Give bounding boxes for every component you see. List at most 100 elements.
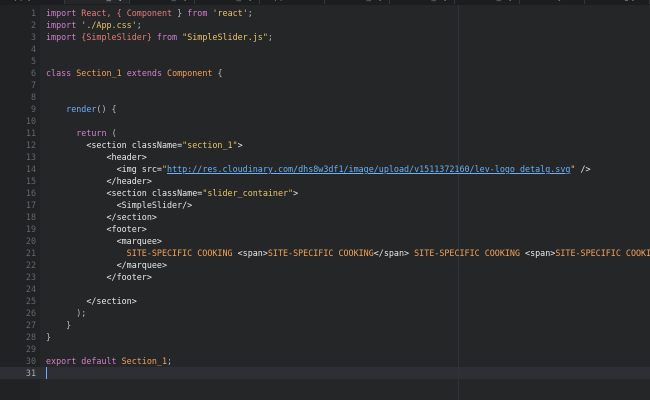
code-token: import bbox=[46, 20, 82, 30]
code-token: import bbox=[46, 32, 82, 42]
code-token: ; bbox=[167, 356, 173, 366]
tab-5[interactable]: Section_4.js bbox=[325, 0, 390, 4]
line-number: 28 bbox=[25, 332, 36, 342]
line-number: 6 bbox=[30, 68, 36, 78]
code-line[interactable]: class Section_1 extends Component { bbox=[46, 67, 223, 79]
code-token: './App.css' bbox=[81, 20, 137, 30]
line-number: 3 bbox=[30, 32, 36, 42]
line-number: 15 bbox=[25, 176, 36, 186]
code-token: <SimpleSlider/> bbox=[46, 200, 193, 210]
code-token: Section_1 bbox=[121, 356, 168, 366]
code-line[interactable]: ); bbox=[46, 307, 86, 319]
code-token: "section_1" bbox=[182, 140, 238, 150]
line-number: 10 bbox=[25, 116, 36, 126]
code-line[interactable]: </section> bbox=[46, 211, 157, 223]
code-line[interactable]: </header> bbox=[46, 175, 152, 187]
tab-6[interactable]: Section_5.js bbox=[390, 0, 455, 4]
line-number: 1 bbox=[30, 8, 36, 18]
code-token: render bbox=[46, 104, 97, 114]
code-token: </footer> bbox=[46, 272, 152, 282]
line-number: 18 bbox=[25, 212, 36, 222]
code-line[interactable]: <section className="section_1"> bbox=[46, 139, 243, 151]
code-line[interactable]: return ( bbox=[46, 127, 116, 139]
code-editor[interactable]: import React, { Component } from 'react'… bbox=[40, 5, 650, 400]
code-token: export bbox=[46, 356, 82, 366]
code-token: { bbox=[217, 68, 223, 78]
line-number: 26 bbox=[25, 308, 36, 318]
code-token: > bbox=[237, 140, 243, 150]
code-line[interactable]: import {SimpleSlider} from "SimpleSlider… bbox=[46, 31, 273, 43]
code-token: Section_1 bbox=[76, 68, 127, 78]
code-line[interactable]: <footer> bbox=[46, 223, 147, 235]
code-token: </marquee> bbox=[46, 260, 168, 270]
code-token: extends bbox=[126, 68, 168, 78]
line-number: 17 bbox=[25, 200, 36, 210]
code-token: {SimpleSlider} bbox=[81, 32, 152, 42]
code-token: </header> bbox=[46, 176, 152, 186]
code-token: <header> bbox=[46, 152, 147, 162]
code-token: </section> bbox=[46, 212, 157, 222]
tab-0[interactable]: App.js bbox=[0, 0, 65, 4]
editor-window: App.jsSection_1.jsSection_2.jsSection_3.… bbox=[0, 0, 650, 400]
code-token: from bbox=[151, 32, 183, 42]
code-token: </span> bbox=[373, 248, 410, 258]
code-line[interactable]: } bbox=[46, 319, 71, 331]
tab-2[interactable]: Section_2.js bbox=[130, 0, 195, 4]
code-line[interactable]: render() { bbox=[46, 103, 117, 115]
code-line[interactable]: <header> bbox=[46, 151, 147, 163]
code-token: className= bbox=[151, 188, 203, 198]
line-number: 21 bbox=[25, 248, 36, 258]
code-token[interactable]: http://res.cloudinary.com/dhs8w3df1/imag… bbox=[167, 164, 570, 174]
code-token: <section bbox=[46, 188, 152, 198]
line-number: 5 bbox=[30, 56, 36, 66]
code-token: React, { bbox=[81, 8, 127, 18]
line-number: 31 bbox=[25, 368, 36, 378]
code-line[interactable]: export default Section_1; bbox=[46, 355, 172, 367]
line-number: 4 bbox=[30, 44, 36, 54]
code-token: SITE-SPECIFIC COOKING bbox=[267, 248, 374, 258]
line-number-gutter: 1 2 3 4 5 6 7 8 9 10 11 12 13 14 15 16 17 18 19 20 21 22 23 24 2… bbox=[0, 5, 40, 400]
tab-9[interactable]: Cooking.js bbox=[585, 0, 650, 4]
code-token: <img src= bbox=[46, 164, 162, 174]
line-number: 22 bbox=[25, 260, 36, 270]
code-token: () { bbox=[96, 104, 117, 114]
line-number: 30 bbox=[25, 356, 36, 366]
code-token: "slider_container" bbox=[202, 188, 294, 198]
line-number: 29 bbox=[25, 344, 36, 354]
code-token: class bbox=[46, 68, 77, 78]
code-token: } bbox=[172, 8, 188, 18]
code-line[interactable]: <img src="http://res.cloudinary.com/dhs8… bbox=[46, 163, 591, 175]
code-token: import bbox=[46, 8, 82, 18]
code-line[interactable]: SITE-SPECIFIC COOKING <span>SITE-SPECIFI… bbox=[46, 247, 650, 259]
tab-4[interactable]: App.css bbox=[260, 0, 325, 4]
code-line[interactable]: <section className="slider_container"> bbox=[46, 187, 299, 199]
code-token: return bbox=[46, 128, 112, 138]
line-number: 2 bbox=[30, 20, 36, 30]
code-token: Component bbox=[126, 8, 173, 18]
code-line[interactable]: import React, { Component } from 'react'… bbox=[46, 7, 253, 19]
tab-8[interactable]: Footer.js bbox=[520, 0, 585, 4]
code-token: SITE-SPECIFIC COOKING bbox=[555, 248, 650, 258]
tab-3[interactable]: Section_3.js bbox=[195, 0, 260, 4]
code-token: > bbox=[293, 188, 299, 198]
code-token: "SimpleSlider.js" bbox=[182, 32, 268, 42]
code-token: className= bbox=[131, 140, 183, 150]
line-number: 11 bbox=[25, 128, 36, 138]
tab-1[interactable]: Section_1.js bbox=[65, 0, 130, 4]
line-number: 24 bbox=[25, 284, 36, 294]
code-token: default bbox=[81, 356, 122, 366]
text-cursor bbox=[46, 367, 47, 379]
code-line[interactable]: import './App.css'; bbox=[46, 19, 142, 31]
code-token: } bbox=[46, 320, 72, 330]
code-line[interactable]: <SimpleSlider/> bbox=[46, 199, 193, 211]
code-token: ); bbox=[46, 308, 87, 318]
code-line[interactable]: <marquee> bbox=[46, 235, 162, 247]
code-line[interactable]: </marquee> bbox=[46, 259, 167, 271]
code-token: <marquee> bbox=[46, 236, 162, 246]
line-number: 13 bbox=[25, 152, 36, 162]
code-line[interactable]: </section> bbox=[46, 295, 136, 307]
tab-7[interactable]: Section_6.js bbox=[455, 0, 520, 4]
code-line[interactable]: } bbox=[46, 331, 51, 343]
line-number: 8 bbox=[30, 92, 36, 102]
code-line[interactable]: </footer> bbox=[46, 271, 152, 283]
